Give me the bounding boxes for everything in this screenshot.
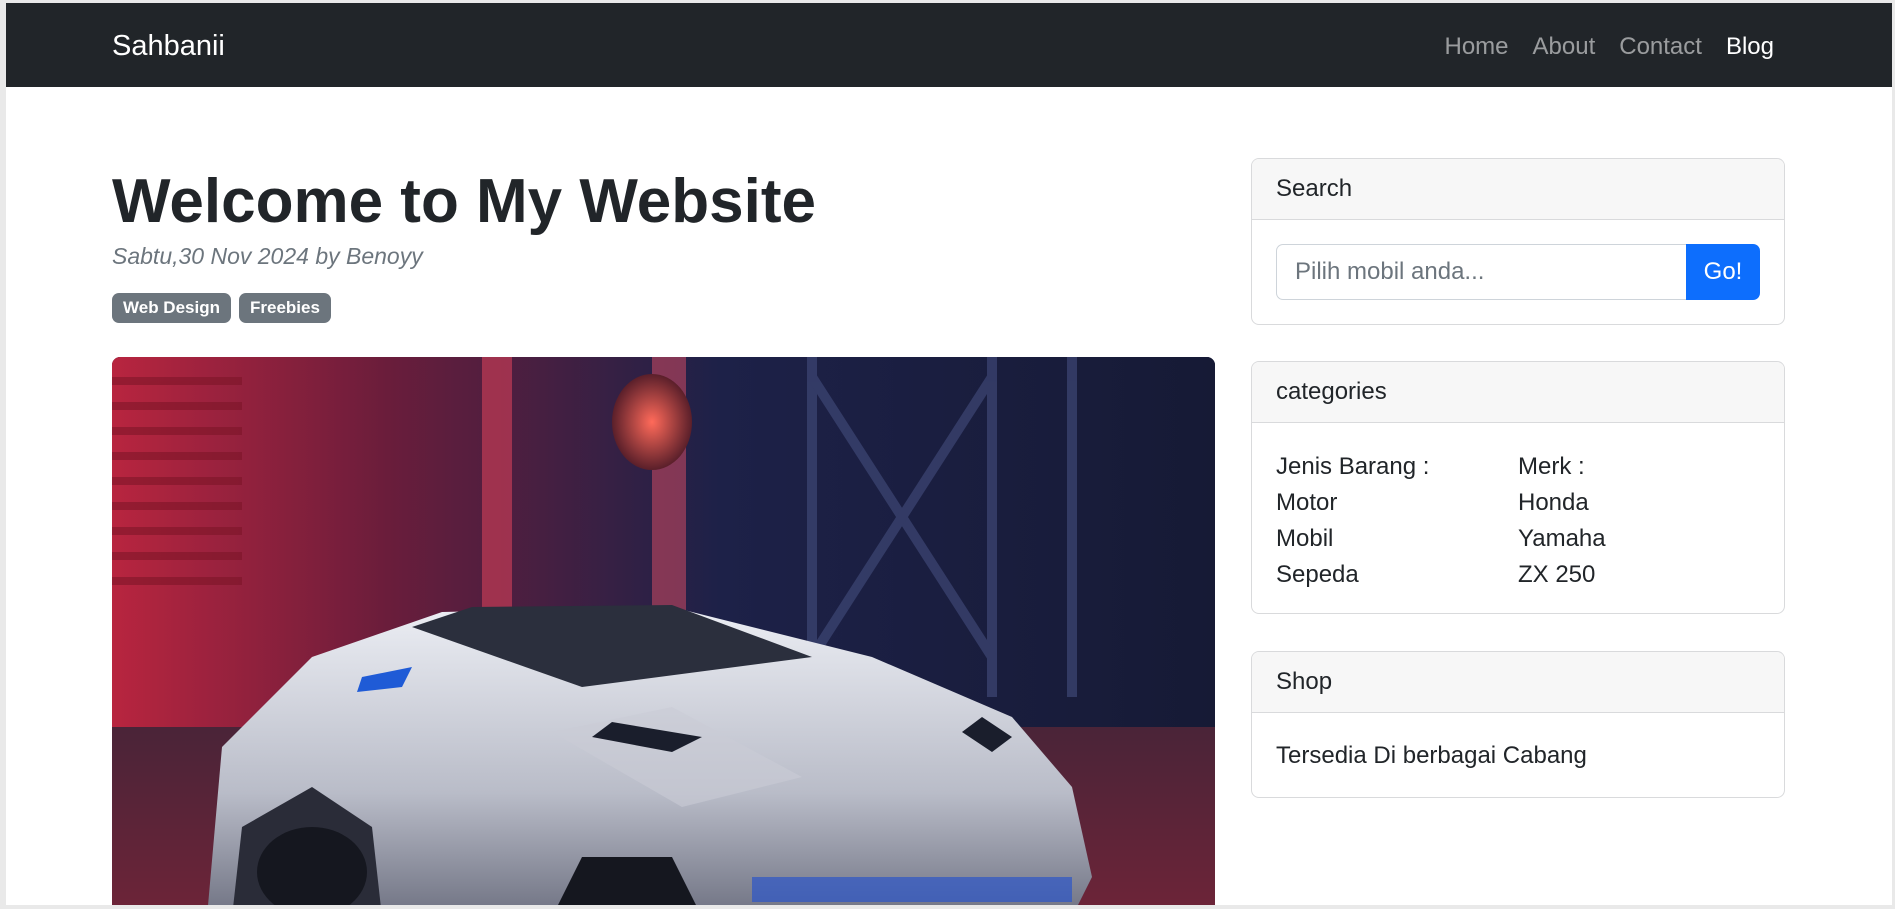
nav-link-home[interactable]: Home (1444, 32, 1508, 62)
category-item[interactable]: Mobil (1276, 521, 1518, 557)
categories-column-right: Merk : Honda Yamaha ZX 250 (1518, 449, 1760, 593)
nav-link-contact[interactable]: Contact (1619, 32, 1702, 62)
page: Sahbanii Home About Contact Blog Welcome… (6, 3, 1892, 905)
tag-badge-web-design[interactable]: Web Design (112, 293, 231, 323)
hero-image (112, 357, 1215, 905)
nav-link-blog[interactable]: Blog (1726, 32, 1774, 62)
nav-link-about[interactable]: About (1533, 32, 1596, 62)
categories-list: Jenis Barang : Motor Mobil Sepeda Merk :… (1252, 423, 1784, 613)
shop-card: Shop Tersedia Di berbagai Cabang (1251, 651, 1785, 798)
search-card: Search Go! (1251, 158, 1785, 325)
category-item[interactable]: ZX 250 (1518, 557, 1760, 593)
navbar: Sahbanii Home About Contact Blog (6, 3, 1892, 87)
go-button[interactable]: Go! (1686, 244, 1760, 300)
category-heading-merk: Merk : (1518, 453, 1585, 480)
category-item[interactable]: Motor (1276, 485, 1518, 521)
search-form: Go! (1252, 220, 1784, 324)
navbar-brand[interactable]: Sahbanii (112, 29, 225, 63)
nav-links: Home About Contact Blog (1444, 32, 1774, 62)
shop-text: Tersedia Di berbagai Cabang (1276, 742, 1587, 769)
categories-column-left: Jenis Barang : Motor Mobil Sepeda (1276, 449, 1518, 593)
category-item[interactable]: Sepeda (1276, 557, 1518, 593)
categories-card: categories Jenis Barang : Motor Mobil Se… (1251, 361, 1785, 614)
shop-card-header: Shop (1252, 652, 1784, 713)
car-photo (112, 357, 1215, 905)
search-card-header: Search (1252, 159, 1784, 220)
category-item[interactable]: Yamaha (1518, 521, 1760, 557)
category-heading-jenis: Jenis Barang : (1276, 453, 1430, 480)
post-tags: Web Design Freebies (112, 293, 331, 323)
categories-card-header: categories (1252, 362, 1784, 423)
category-item[interactable]: Honda (1518, 485, 1760, 521)
search-input[interactable] (1276, 244, 1686, 300)
post-meta: Sabtu,30 Nov 2024 by Benoyy (112, 243, 423, 269)
post-title: Welcome to My Website (112, 167, 816, 236)
tag-badge-freebies[interactable]: Freebies (238, 293, 331, 323)
